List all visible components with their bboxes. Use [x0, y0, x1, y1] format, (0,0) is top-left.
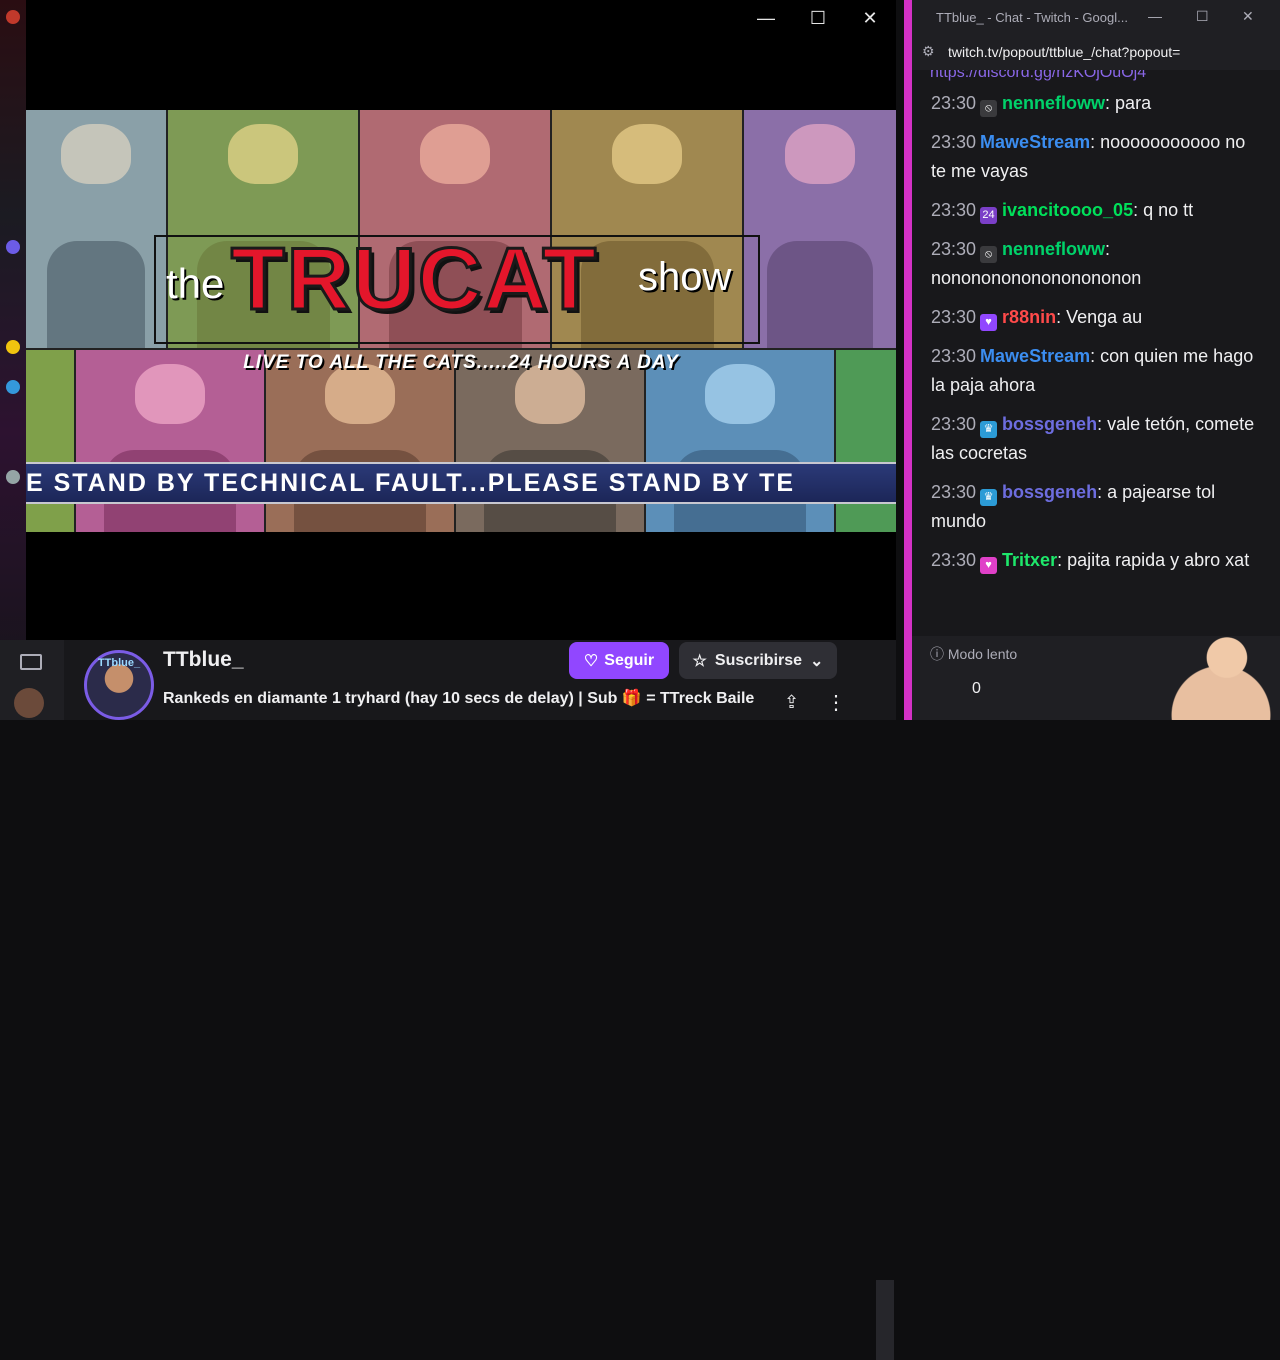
- chat-text: : para: [1105, 93, 1152, 113]
- heart-icon: ♡: [583, 652, 599, 670]
- chat-message-list[interactable]: https://discord.gg/nzKOjOuOj4 23:30 ⦸ nenn…: [912, 70, 1280, 630]
- desktop-icon: [6, 470, 20, 484]
- desktop-icon: [6, 340, 20, 354]
- chat-timestamp: 23:30: [931, 239, 977, 259]
- months-24-badge-icon[interactable]: 24: [980, 207, 998, 224]
- chat-input-area: ⓘ Modo lento 0: [912, 624, 1280, 720]
- chat-window: TTblue_ - Chat - Twitch - Googl... — ☐ ✕…: [912, 0, 1280, 720]
- follow-button[interactable]: ♡ Seguir: [569, 642, 669, 679]
- star-icon: ☆: [692, 652, 707, 670]
- streamer-overlay-image: [1162, 624, 1280, 720]
- chat-message[interactable]: 23:30 ♛ bossgeneh: vale tetón, comete las …: [912, 405, 1280, 473]
- sub-badge-icon[interactable]: ♥: [980, 314, 998, 331]
- prime-badge-icon[interactable]: ♛: [980, 421, 998, 438]
- minimize-icon[interactable]: —: [754, 8, 778, 29]
- chat-message[interactable]: 23:30 MaweStream: nooooooooooo no te me v…: [912, 123, 1280, 191]
- chat-timestamp: 23:30: [931, 414, 977, 434]
- chat-message[interactable]: 23:30 ⦸ nennefloww: nonononononononononon: [912, 230, 1280, 298]
- chat-username[interactable]: bossgeneh: [1002, 414, 1097, 434]
- info-icon: ⓘ: [930, 646, 948, 662]
- standby-ticker: E STAND BY TECHNICAL FAULT...PLEASE STAN…: [26, 462, 896, 504]
- minimize-icon[interactable]: —: [1148, 8, 1162, 24]
- window-controls: — ☐ ✕: [754, 8, 882, 29]
- camera-icon[interactable]: [20, 654, 42, 670]
- chat-timestamp: 23:30: [931, 346, 977, 366]
- chat-link[interactable]: https://discord.gg/nzKOjOuOj4: [912, 70, 1280, 84]
- show-title-main: TRUCAT: [229, 228, 599, 330]
- video-player-window: — ☐ ✕ the TRUCAT show LIVE TO ALL THE CA…: [26, 0, 896, 640]
- chat-message[interactable]: 23:30 24 ivancitoooo_05: q no tt: [912, 191, 1280, 230]
- desktop-edge: [0, 0, 26, 720]
- chat-username[interactable]: ivancitoooo_05: [1002, 200, 1133, 220]
- chat-message[interactable]: 23:30 ♛ bossgeneh: a pajearse tol mundo: [912, 473, 1280, 541]
- chat-timestamp: 23:30: [931, 93, 977, 113]
- close-icon[interactable]: ✕: [1242, 8, 1254, 25]
- chat-window-title: TTblue_ - Chat - Twitch - Googl...: [936, 10, 1128, 25]
- follow-label: Seguir: [604, 651, 655, 669]
- chat-text: : Venga au: [1056, 307, 1143, 327]
- video-tile: [744, 110, 896, 348]
- scrollbar[interactable]: [876, 1280, 894, 1360]
- chat-text: : pajita rapida y abro xat: [1057, 550, 1250, 570]
- chat-timestamp: 23:30: [931, 307, 977, 327]
- channel-avatar[interactable]: TTblue_: [84, 650, 154, 720]
- chat-mode-label: Modo lento: [947, 646, 1018, 662]
- stream-title: Rankeds en diamante 1 tryhard (hay 10 se…: [163, 690, 755, 707]
- maximize-icon[interactable]: ☐: [806, 8, 830, 29]
- chat-username[interactable]: bossgeneh: [1002, 482, 1097, 502]
- desktop-icon: [6, 380, 20, 394]
- close-icon[interactable]: ✕: [858, 8, 882, 29]
- chat-username[interactable]: r88nin: [1002, 307, 1056, 327]
- chat-username[interactable]: MaweStream: [980, 132, 1090, 152]
- address-bar[interactable]: ⚙ twitch.tv/popout/ttblue_/chat?popout=: [912, 36, 1280, 70]
- video-frame[interactable]: the TRUCAT show LIVE TO ALL THE CATS....…: [26, 110, 896, 532]
- chat-message[interactable]: 23:30 MaweStream: con quien me hago la pa…: [912, 337, 1280, 405]
- prime-badge-icon[interactable]: ♛: [980, 489, 998, 506]
- chat-username[interactable]: MaweStream: [980, 346, 1090, 366]
- address-url[interactable]: twitch.tv/popout/ttblue_/chat?popout=: [948, 44, 1180, 60]
- show-title-show: show: [638, 255, 732, 299]
- channel-points[interactable]: 0: [972, 680, 981, 698]
- subscribe-label: Suscribirse: [714, 651, 803, 669]
- chat-message[interactable]: 23:30 ♥ r88nin: Venga au: [912, 298, 1280, 337]
- subscribe-button[interactable]: ☆ Suscribirse ⌄: [679, 642, 837, 679]
- chat-username[interactable]: nennefloww: [1002, 93, 1105, 113]
- channel-name[interactable]: TTblue_: [163, 648, 244, 672]
- chevron-down-icon: ⌄: [810, 652, 824, 670]
- no-audio-badge-icon[interactable]: ⦸: [980, 246, 998, 263]
- live-tagline: LIVE TO ALL THE CATS.....24 HOURS A DAY: [243, 352, 679, 373]
- side-rail: [0, 640, 64, 720]
- chat-message[interactable]: 23:30 ♥ Tritxer: pajita rapida y abro xat: [912, 541, 1280, 580]
- maximize-icon[interactable]: ☐: [1196, 8, 1209, 25]
- avatar-label: TTblue_: [97, 657, 141, 669]
- desktop-icon: [6, 240, 20, 254]
- site-settings-icon[interactable]: ⚙: [922, 43, 935, 60]
- chat-titlebar: TTblue_ - Chat - Twitch - Googl... — ☐ ✕: [912, 0, 1280, 36]
- chat-text: : q no tt: [1133, 200, 1194, 220]
- gift-mute-badge-icon[interactable]: ♥: [980, 557, 998, 574]
- avatar[interactable]: [14, 688, 44, 718]
- chat-timestamp: 23:30: [931, 482, 977, 502]
- chat-message[interactable]: 23:30 ⦸ nennefloww: para: [912, 84, 1280, 123]
- share-icon[interactable]: ⇪: [784, 692, 799, 713]
- chat-timestamp: 23:30: [931, 550, 977, 570]
- points-value: 0: [972, 680, 981, 697]
- chat-timestamp: 23:30: [931, 132, 977, 152]
- chat-timestamp: 23:30: [931, 200, 977, 220]
- desktop-icon: [6, 10, 20, 24]
- video-tile: [26, 110, 166, 348]
- chat-username[interactable]: Tritxer: [1002, 550, 1057, 570]
- chat-username[interactable]: nennefloww: [1002, 239, 1105, 259]
- chat-mode-note: ⓘ Modo lento: [930, 644, 1017, 664]
- show-title-the: the: [166, 260, 225, 307]
- more-options-icon[interactable]: ⋮: [826, 690, 846, 715]
- no-audio-badge-icon[interactable]: ⦸: [980, 100, 998, 117]
